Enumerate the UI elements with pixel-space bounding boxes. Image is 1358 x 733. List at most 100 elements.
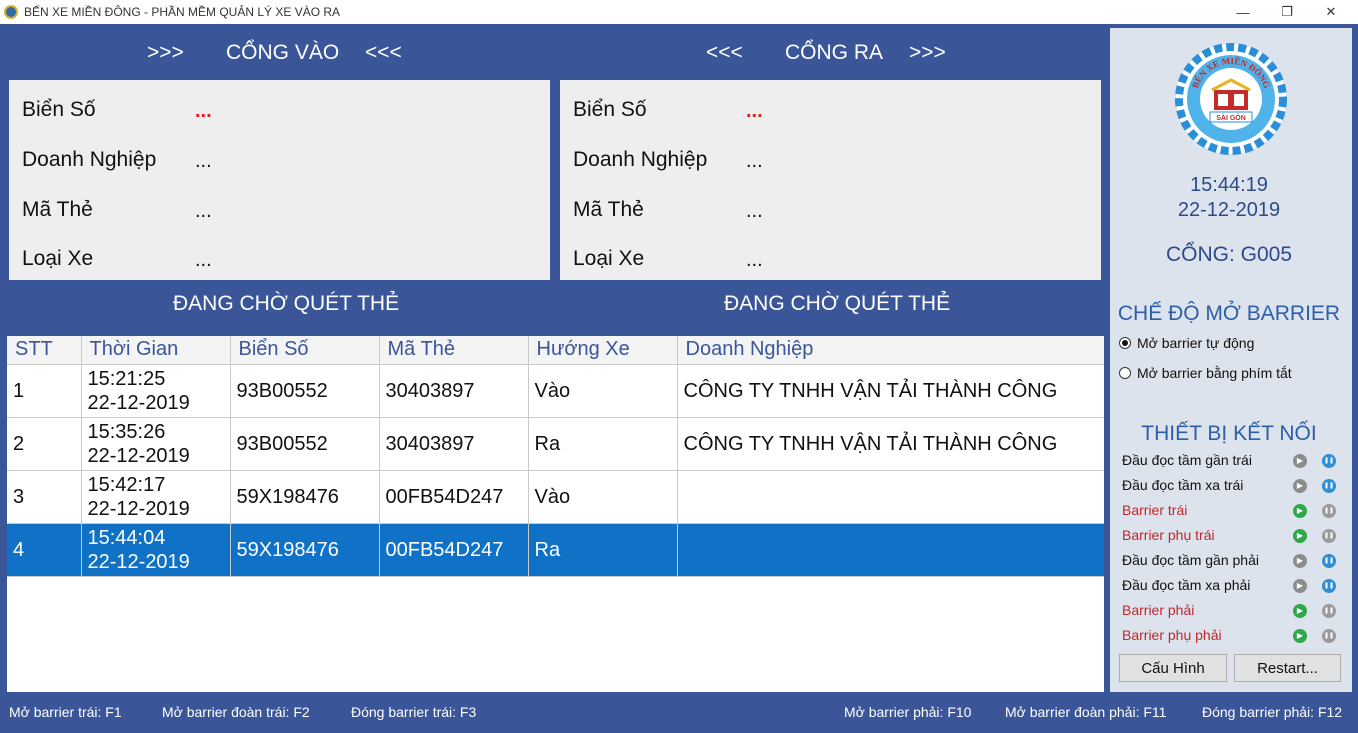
play-icon[interactable]: ▶ [1293,529,1307,543]
cell-company: CÔNG TY TNHH VẬN TẢI THÀNH CÔNG [677,417,1104,471]
pause-icon[interactable]: ❚❚ [1322,629,1336,643]
restart-button[interactable]: Restart... [1234,654,1341,682]
restore-button[interactable]: ❐ [1264,0,1310,24]
cell-company: CÔNG TY TNHH VẬN TẢI THÀNH CÔNG [677,364,1104,418]
gate-in-plate-value: ... [195,100,212,122]
table-row[interactable]: 2 15:35:26 22-12-2019 93B00552 30403897 R… [7,417,1104,471]
app-logo-icon [4,5,18,19]
cell-time-clock: 15:21:25 [87,367,166,390]
table-row-selected[interactable]: 4 15:44:04 22-12-2019 59X198476 00FB54D24… [7,523,1104,577]
gate-out-type-value: ... [746,249,763,271]
cell-time: 15:44:04 22-12-2019 [81,523,231,577]
play-icon[interactable]: ▶ [1293,554,1307,568]
shortcut-close-left: Đóng barrier trái: F3 [351,704,477,720]
gate-in-plate-label: Biển Số [22,98,96,121]
cell-direction: Ra [528,417,678,471]
shortcut-close-right: Đóng barrier phải: F12 [1202,704,1343,720]
cell-time-date: 22-12-2019 [87,444,190,467]
cell-card: 30403897 [379,364,529,418]
gate-in-type-value: ... [195,249,212,271]
pause-icon[interactable]: ❚❚ [1322,604,1336,618]
column-header-plate[interactable]: Biển Số [230,336,380,365]
pause-icon[interactable]: ❚❚ [1322,479,1336,493]
radio-barrier-shortcut-label: Mở barrier bằng phím tắt [1137,365,1292,381]
pause-icon[interactable]: ❚❚ [1322,529,1336,543]
gate-out-arrows-right: >>> [909,41,946,64]
play-icon[interactable]: ▶ [1293,579,1307,593]
device-label: Barrier phải [1122,602,1195,618]
gate-out-info-box: Biển Số ... Doanh Nghiệp ... Mã Thẻ ... … [560,80,1101,280]
radio-unchecked-icon [1119,367,1131,379]
gate-in-card-value: ... [195,200,212,222]
gate-code: CỔNG: G005 [1165,243,1293,266]
barrier-mode-title: CHẾ ĐỘ MỞ BARRIER [1117,302,1341,325]
pause-icon[interactable]: ❚❚ [1322,504,1336,518]
radio-barrier-shortcut[interactable]: Mở barrier bằng phím tắt [1119,365,1292,381]
table-row[interactable]: 1 15:21:25 22-12-2019 93B00552 30403897 V… [7,364,1104,418]
table-header-row: STT Thời Gian Biển Số Mã Thẻ Hướng Xe Do… [7,336,1104,365]
title-bar: BẾN XE MIỀN ĐÔNG - PHẦN MỀM QUẢN LÝ XE V… [0,0,1358,24]
column-header-direction[interactable]: Hướng Xe [528,336,678,365]
gate-out-type-label: Loại Xe [573,247,645,270]
config-button[interactable]: Cấu Hình [1119,654,1227,682]
gate-in-company-label: Doanh Nghiệp [22,148,157,171]
cell-plate: 93B00552 [230,417,380,471]
minimize-button[interactable]: — [1220,0,1266,24]
table-row[interactable]: 3 15:42:17 22-12-2019 59X198476 00FB54D24… [7,470,1104,524]
radio-checked-icon [1119,337,1131,349]
play-icon[interactable]: ▶ [1293,454,1307,468]
cell-card: 00FB54D247 [379,523,529,577]
devices-title: THIẾT BỊ KẾT NỐI [1141,422,1317,445]
radio-barrier-auto[interactable]: Mở barrier tự động [1119,335,1254,351]
gate-out-card-value: ... [746,200,763,222]
device-label: Barrier phụ trái [1122,527,1215,543]
play-icon[interactable]: ▶ [1293,629,1307,643]
gate-out-plate-value: ... [746,100,763,122]
cell-time-date: 22-12-2019 [87,497,190,520]
close-button[interactable]: ✕ [1308,0,1354,24]
gate-in-info-box: Biển Số ... Doanh Nghiệp ... Mã Thẻ ... … [9,80,550,280]
cell-stt: 1 [7,364,82,418]
play-icon[interactable]: ▶ [1293,604,1307,618]
cell-plate: 93B00552 [230,364,380,418]
shortcut-open-group-left: Mở barrier đoàn trái: F2 [162,704,310,720]
clock-date: 22-12-2019 [1177,199,1281,221]
play-icon[interactable]: ▶ [1293,504,1307,518]
cell-stt: 3 [7,470,82,524]
device-label: Đầu đọc tầm gần trái [1122,452,1252,468]
pause-icon[interactable]: ❚❚ [1322,554,1336,568]
play-icon[interactable]: ▶ [1293,479,1307,493]
vehicle-log-table[interactable]: STT Thời Gian Biển Số Mã Thẻ Hướng Xe Do… [7,336,1104,692]
ben-xe-mien-dong-logo: BẾN XE MIỀN ĐÔNG SÀI GÒN [1175,43,1287,155]
column-header-stt[interactable]: STT [7,336,82,365]
shortcut-open-group-right: Mở barrier đoàn phải: F11 [1005,704,1167,720]
cell-time-date: 22-12-2019 [87,391,190,414]
column-header-company[interactable]: Doanh Nghiệp [677,336,1104,365]
gate-out-status: ĐANG CHỜ QUÉT THẺ [724,292,951,315]
gate-in-arrows-right: <<< [365,41,402,64]
gate-out-plate-label: Biển Số [573,98,647,121]
cell-time: 15:35:26 22-12-2019 [81,417,231,471]
gate-in-type-label: Loại Xe [22,247,94,270]
cell-direction: Vào [528,364,678,418]
shortcut-open-left: Mở barrier trái: F1 [9,704,122,720]
pause-icon[interactable]: ❚❚ [1322,579,1336,593]
cell-card: 00FB54D247 [379,470,529,524]
gate-in-card-label: Mã Thẻ [22,198,93,221]
cell-time: 15:21:25 22-12-2019 [81,364,231,418]
gate-out-company-value: ... [746,150,763,172]
cell-time-date: 22-12-2019 [87,550,190,573]
cell-stt: 4 [7,523,82,577]
device-label: Đầu đọc tầm gần phải [1122,552,1259,568]
logo-text-bottom: SÀI GÒN [1216,113,1246,122]
gate-in-title: CỔNG VÀO [226,41,340,64]
column-header-time[interactable]: Thời Gian [81,336,231,365]
clock-time: 15:44:19 [1190,174,1268,196]
column-header-card[interactable]: Mã Thẻ [379,336,529,365]
pause-icon[interactable]: ❚❚ [1322,454,1336,468]
device-label: Barrier trái [1122,502,1188,518]
device-label: Barrier phụ phải [1122,627,1222,643]
device-label: Đầu đọc tầm xa trái [1122,477,1244,493]
cell-plate: 59X198476 [230,470,380,524]
cell-time: 15:42:17 22-12-2019 [81,470,231,524]
